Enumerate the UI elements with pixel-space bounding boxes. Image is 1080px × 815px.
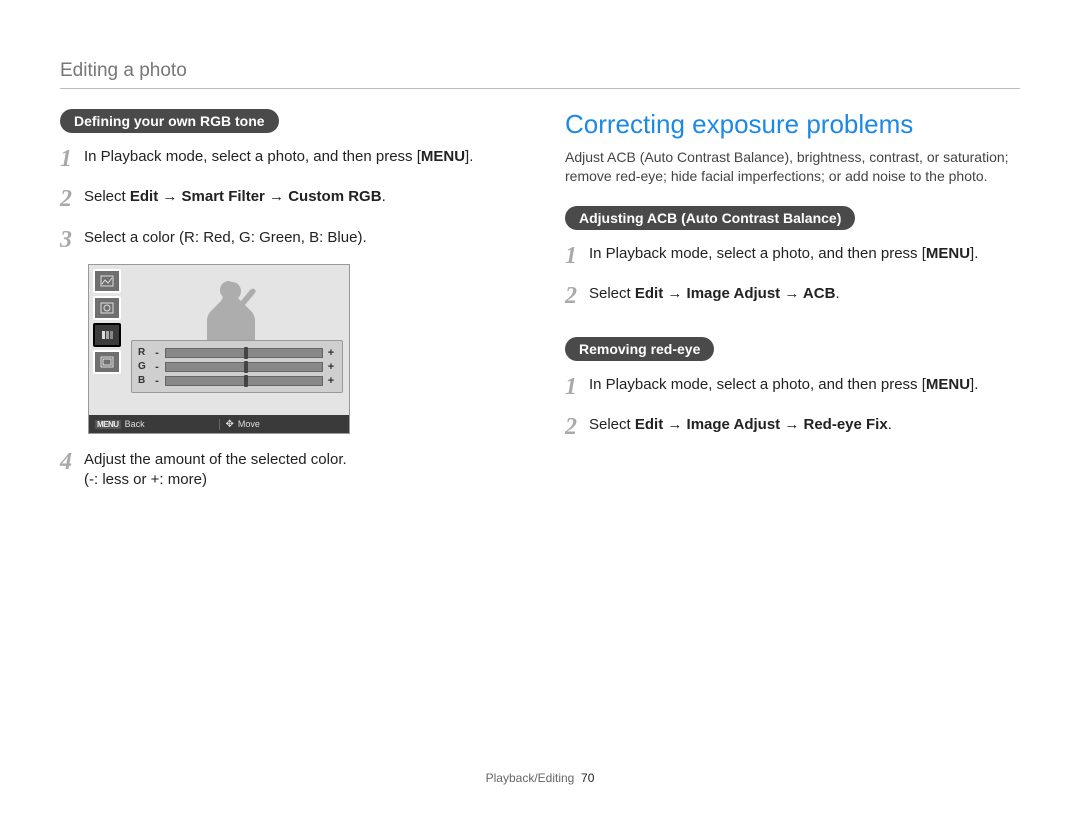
plus-icon: + <box>326 375 336 387</box>
topic-pill-rgb: Defining your own RGB tone <box>60 109 279 133</box>
effect-thumbnail <box>93 269 121 293</box>
step-text-pre: In Playback mode, select a photo, and th… <box>589 376 926 393</box>
slider-bar <box>165 362 323 372</box>
slider-label: R <box>138 347 152 358</box>
step-text: Select a color (R: Red, G: Green, B: Blu… <box>84 224 367 256</box>
rgb-adjust-diagram: R-+ G-+ B-+ MENUBack ✥Move <box>88 264 350 434</box>
legend-back: MENU Back <box>89 419 219 429</box>
footer-section: Playback/Editing <box>486 771 575 785</box>
step-text-bold: MENU <box>421 148 465 165</box>
intro-paragraph: Adjust ACB (Auto Contrast Balance), brig… <box>565 148 1020 186</box>
minus-icon: - <box>152 375 162 387</box>
slider-row-g: G- + <box>138 360 336 373</box>
plus-icon: + <box>326 361 336 373</box>
step-text-post: ]. <box>970 245 978 262</box>
step-text-post: ]. <box>465 148 473 165</box>
step-number: 2 <box>565 411 589 443</box>
step-text-pre: In Playback mode, select a photo, and th… <box>84 148 421 165</box>
step-number: 1 <box>565 371 589 403</box>
step-text-post: . <box>382 188 386 205</box>
step-item: 2 Select Edit → Image Adjust → ACB. <box>565 280 1020 312</box>
minus-icon: - <box>152 347 162 359</box>
step-text: Select Edit → Smart Filter → Custom RGB. <box>84 183 386 215</box>
step-text-bold: Edit → Image Adjust → Red-eye Fix <box>635 416 888 433</box>
effect-thumbnail <box>93 350 121 374</box>
dpad-icon: ✥ <box>226 419 234 430</box>
step-text-bold: Edit → Smart Filter → Custom RGB <box>130 188 382 205</box>
topic-pill-redeye: Removing red-eye <box>565 337 714 361</box>
step-item: 2 Select Edit → Smart Filter → Custom RG… <box>60 183 515 215</box>
step-text: Adjust the amount of the selected color.… <box>84 446 347 491</box>
diagram-legend: MENU Back ✥ Move <box>89 415 349 433</box>
step-text: Select Edit → Image Adjust → Red-eye Fix… <box>589 411 892 443</box>
rgb-steps-list-cont: 4 Adjust the amount of the selected colo… <box>60 446 515 491</box>
step-item: 4 Adjust the amount of the selected colo… <box>60 446 515 491</box>
minus-icon: - <box>152 361 162 373</box>
slider-label: G <box>138 361 152 372</box>
plus-icon: + <box>326 347 336 359</box>
right-column: Correcting exposure problems Adjust ACB … <box>565 109 1020 499</box>
step-text-post: . <box>888 416 892 433</box>
step-item: 3 Select a color (R: Red, G: Green, B: B… <box>60 224 515 256</box>
left-column: Defining your own RGB tone 1 In Playback… <box>60 109 515 499</box>
redeye-steps-list: 1 In Playback mode, select a photo, and … <box>565 371 1020 444</box>
step-text: In Playback mode, select a photo, and th… <box>589 371 978 403</box>
slider-label: B <box>138 375 152 386</box>
step-text-pre: Select <box>84 188 130 205</box>
step-number: 2 <box>565 280 589 312</box>
slider-bar <box>165 348 323 358</box>
step-number: 1 <box>565 240 589 272</box>
step-text-pre: Select a color (R: Red, G: Green, B: Blu… <box>84 229 367 246</box>
step-number: 2 <box>60 183 84 215</box>
step-text-post: ]. <box>970 376 978 393</box>
step-text: In Playback mode, select a photo, and th… <box>84 143 473 175</box>
step-text-bold: MENU <box>926 376 970 393</box>
step-item: 1 In Playback mode, select a photo, and … <box>565 371 1020 403</box>
effect-thumbnail-strip <box>93 269 119 377</box>
acb-steps-list: 1 In Playback mode, select a photo, and … <box>565 240 1020 313</box>
step-number: 1 <box>60 143 84 175</box>
step-item: 1 In Playback mode, select a photo, and … <box>565 240 1020 272</box>
step-text-bold: Edit → Image Adjust → ACB <box>635 285 836 302</box>
effect-thumbnail-selected <box>93 323 121 347</box>
legend-move: ✥ Move <box>219 419 350 430</box>
step-number: 3 <box>60 224 84 256</box>
topic-pill-acb: Adjusting ACB (Auto Contrast Balance) <box>565 206 855 230</box>
legend-move-label: Move <box>238 419 260 429</box>
footer-page-number: 70 <box>581 771 594 785</box>
step-item: 1 In Playback mode, select a photo, and … <box>60 143 515 175</box>
page-footer: Playback/Editing 70 <box>0 771 1080 785</box>
step-text-pre: In Playback mode, select a photo, and th… <box>589 245 926 262</box>
manual-page: Editing a photo Defining your own RGB to… <box>0 0 1080 815</box>
legend-back-label: Back <box>125 419 145 429</box>
spacer <box>565 321 1020 337</box>
step-text: In Playback mode, select a photo, and th… <box>589 240 978 272</box>
rgb-steps-list: 1 In Playback mode, select a photo, and … <box>60 143 515 256</box>
step-text-pre: Adjust the amount of the selected color. <box>84 451 347 468</box>
heading-correcting-exposure: Correcting exposure problems <box>565 109 1020 140</box>
slider-row-b: B- + <box>138 374 336 387</box>
effect-thumbnail <box>93 296 121 320</box>
step-text: Select Edit → Image Adjust → ACB. <box>589 280 840 312</box>
rgb-slider-panel: R-+ G-+ B-+ <box>131 340 343 393</box>
section-divider <box>60 88 1020 89</box>
step-text-sub: (-: less or +: more) <box>84 471 207 488</box>
diagram-canvas: R-+ G-+ B-+ <box>89 265 349 415</box>
step-item: 2 Select Edit → Image Adjust → Red-eye F… <box>565 411 1020 443</box>
slider-bar <box>165 376 323 386</box>
step-text-post: . <box>835 285 839 302</box>
step-text-pre: Select <box>589 285 635 302</box>
step-number: 4 <box>60 446 84 491</box>
slider-row-r: R- + <box>138 346 336 359</box>
two-column-layout: Defining your own RGB tone 1 In Playback… <box>60 109 1020 499</box>
step-text-bold: MENU <box>926 245 970 262</box>
step-text-pre: Select <box>589 416 635 433</box>
page-section-title: Editing a photo <box>60 60 1020 82</box>
menu-button-icon: MENU <box>95 420 121 429</box>
